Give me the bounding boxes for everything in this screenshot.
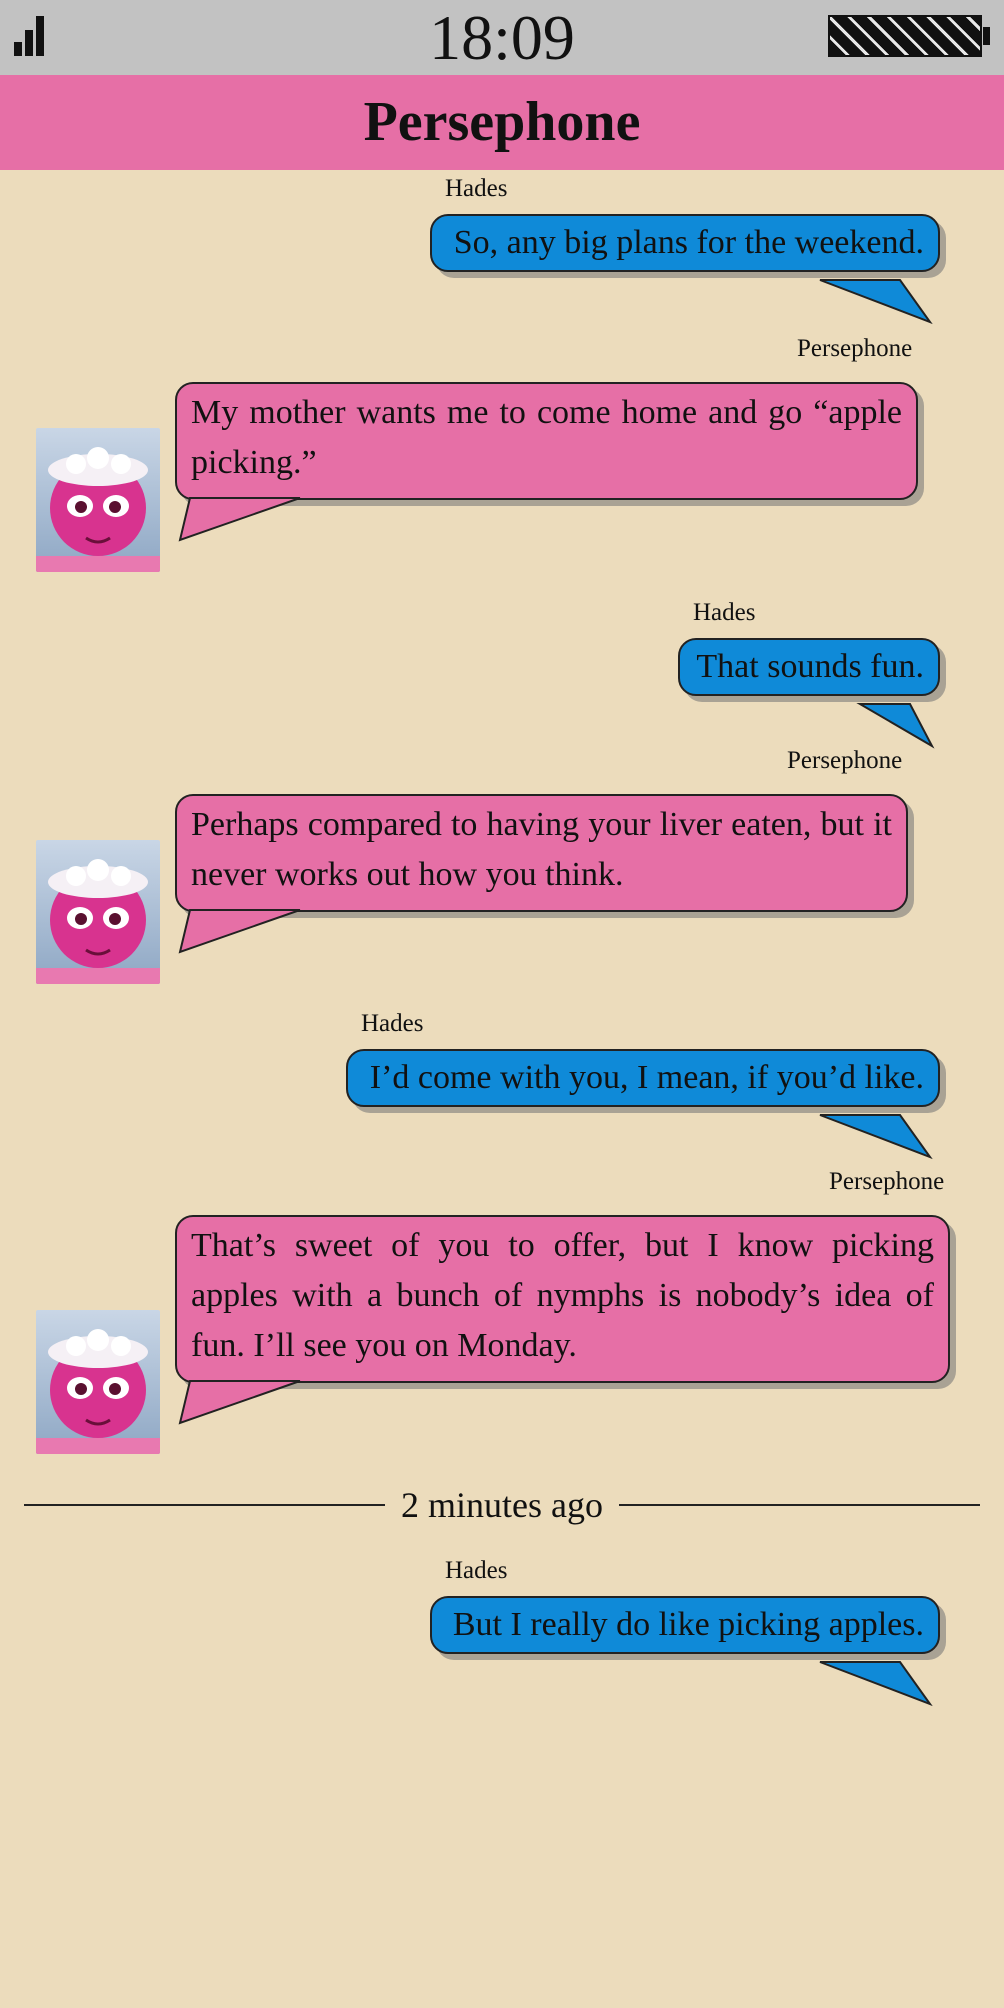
message-sender: Hades xyxy=(445,175,508,202)
message-bubble-outgoing[interactable]: But I really do like picking apples. xyxy=(430,1596,940,1654)
persephone-avatar xyxy=(36,840,160,984)
message-text: That’s sweet of you to offer, but I know… xyxy=(191,1227,934,1364)
message-sender: Hades xyxy=(445,1557,508,1584)
message-sender: Hades xyxy=(693,599,756,626)
divider-line xyxy=(619,1504,981,1506)
battery-icon xyxy=(828,15,990,57)
persephone-avatar xyxy=(36,428,160,572)
bubble-tail xyxy=(178,1380,301,1425)
bubble-tail xyxy=(819,1114,933,1160)
message-text: But I really do like picking apples. xyxy=(452,1606,924,1643)
message-bubble-incoming[interactable]: My mother wants me to come home and go “… xyxy=(175,382,918,500)
message-bubble-incoming[interactable]: Perhaps compared to having your liver ea… xyxy=(175,794,908,912)
message-text: I’d come with you, I mean, if you’d like… xyxy=(369,1059,924,1096)
message-text: That sounds fun. xyxy=(696,648,924,685)
bubble-tail xyxy=(856,703,935,749)
message-text: So, any big plans for the weekend. xyxy=(453,224,924,261)
message-sender: Persephone xyxy=(829,1168,945,1195)
message-bubble-incoming[interactable]: That’s sweet of you to offer, but I know… xyxy=(175,1215,950,1383)
status-bar: 18:09 xyxy=(0,0,1004,75)
divider-label: 2 minutes ago xyxy=(401,1485,603,1525)
bubble-tail xyxy=(819,1661,933,1707)
bubble-tail xyxy=(178,909,301,954)
message-bubble-outgoing[interactable]: I’d come with you, I mean, if you’d like… xyxy=(346,1049,940,1107)
divider-line xyxy=(24,1504,386,1506)
contact-name: Persephone xyxy=(363,91,641,153)
time-divider: 2 minutes ago xyxy=(24,1480,981,1530)
bubble-tail xyxy=(178,497,301,542)
persephone-avatar xyxy=(36,1310,160,1454)
message-text: My mother wants me to come home and go “… xyxy=(191,394,902,481)
message-sender: Persephone xyxy=(787,747,903,774)
message-bubble-outgoing[interactable]: That sounds fun. xyxy=(678,638,940,696)
message-bubble-outgoing[interactable]: So, any big plans for the weekend. xyxy=(430,214,940,272)
chat-header[interactable]: Persephone xyxy=(0,75,1004,170)
message-sender: Hades xyxy=(361,1010,424,1037)
message-sender: Persephone xyxy=(797,335,913,362)
bubble-tail xyxy=(819,279,933,325)
message-text: Perhaps compared to having your liver ea… xyxy=(191,806,892,893)
